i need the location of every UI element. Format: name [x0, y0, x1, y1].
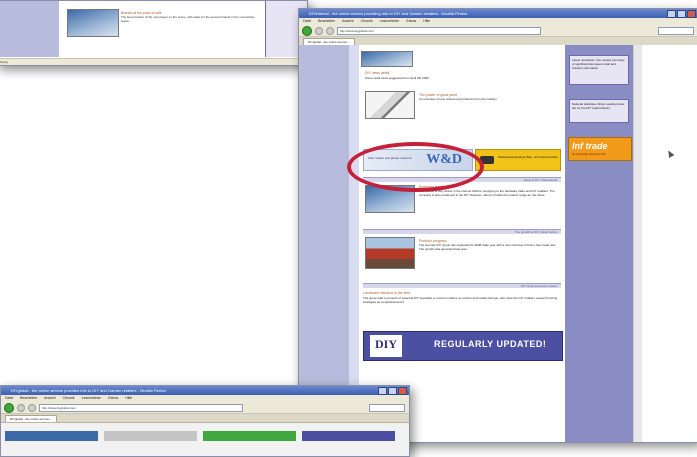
menu-edit[interactable]: Bearbeiten [20, 395, 37, 402]
maximize-button[interactable] [677, 10, 686, 18]
center-column: DIY news detail Some retail news suggest… [359, 45, 565, 442]
tab-active[interactable]: DIYglobal - the online service... [5, 415, 57, 422]
window-title: DIYglobal - the online service provides … [11, 388, 166, 393]
thumbnail[interactable] [203, 431, 296, 441]
back-button[interactable] [302, 25, 312, 36]
diy-banner[interactable]: DIY REGULARLY UPDATED! [363, 331, 563, 361]
thumbnail-strip [5, 431, 395, 441]
newsletter-box[interactable]: Latest newsletter: Our weekly summary of… [569, 55, 629, 85]
menu-bar: Datei Bearbeiten Ansicht Chronik Lesezei… [299, 18, 697, 25]
article-text: Some retail news suggested from April 6t… [365, 76, 429, 80]
left-nav-column [299, 45, 349, 442]
highlight-oval [347, 142, 484, 192]
article-text: The best practice of the new player on t… [121, 15, 255, 23]
back-button[interactable] [4, 402, 14, 413]
forward-button[interactable] [17, 403, 25, 412]
forward-button[interactable] [315, 26, 323, 35]
menu-bookmarks[interactable]: Lesezeichen [380, 18, 400, 25]
article-text: An overview of new colours and products … [419, 97, 497, 101]
reload-button[interactable] [28, 403, 36, 412]
menu-tools[interactable]: Extras [406, 18, 416, 25]
diy-banner-text: REGULARLY UPDATED! [434, 339, 547, 349]
search-input[interactable] [658, 26, 694, 35]
tab-bar: DIYglobal - the online service... [1, 414, 409, 423]
title-bar: DIYinternal - the online service providi… [299, 9, 697, 18]
close-button[interactable] [398, 387, 407, 395]
infotrade-banner[interactable]: Inf trade the knowledge network for DIY [568, 137, 632, 161]
background-window-bottom: DIYglobal - the online service provides … [0, 385, 410, 457]
title-bar: DIYglobal - the online service provides … [1, 386, 409, 395]
close-button[interactable] [687, 10, 696, 18]
article-paint: The power of good paint An overview of n… [419, 93, 561, 101]
address-bar[interactable]: http://www.diyglobal.com/ [337, 26, 541, 35]
menu-bookmarks[interactable]: Lesezeichen [82, 395, 102, 402]
nav-toolbar: http://www.diyglobal.com/ [299, 25, 697, 37]
article-text: The group start to present of potential … [363, 296, 558, 304]
article-research: Landmark research in the field The group… [363, 291, 561, 304]
article-image [67, 9, 119, 37]
minimize-button[interactable] [667, 10, 676, 18]
menu-file[interactable]: Datei [5, 395, 13, 402]
minimize-button[interactable] [378, 387, 387, 395]
article-image-top [361, 51, 413, 67]
browser-window-main: DIYinternal - the online service providi… [298, 8, 697, 443]
window-title: DIYinternal - the online service providi… [309, 11, 468, 16]
article-text: The German DIY group has expanded its 20… [419, 243, 557, 251]
trade-fair-box[interactable]: National Hardware Show Leading trade fai… [569, 99, 629, 123]
menu-edit[interactable]: Bearbeiten [318, 18, 335, 25]
yellow-banner-text: Wettbewerbsanalyse Bau- und Gartenmärkte [498, 155, 558, 159]
menu-tools[interactable]: Extras [108, 395, 118, 402]
menu-history[interactable]: Chronik [361, 18, 373, 25]
left-nav-column [0, 1, 59, 57]
status-text: Fertig [0, 60, 8, 64]
nav-toolbar: http://www.diyglobal.com/ [1, 402, 409, 414]
menu-bar: Datei Bearbeiten Ansicht Chronik Lesezei… [1, 395, 409, 402]
diy-logo: DIY [370, 335, 402, 357]
section-header: The growth at DIY (retail) topics [363, 229, 561, 234]
thumbnail[interactable] [302, 431, 395, 441]
background-window-top: Brands at the point of sale The best pra… [0, 0, 308, 66]
menu-file[interactable]: Datei [303, 18, 311, 25]
page-content: DIY news detail Some retail news suggest… [299, 45, 697, 442]
article-image-portfolio [365, 237, 415, 269]
menu-help[interactable]: Hilfe [423, 18, 430, 25]
menu-view[interactable]: Ansicht [342, 18, 353, 25]
thumbnail[interactable] [104, 431, 197, 441]
left-nav-strip [349, 45, 359, 442]
article-news: DIY news detail Some retail news suggest… [365, 71, 563, 80]
article-title[interactable]: DIY news detail [365, 71, 563, 75]
menu-history[interactable]: Chronik [63, 395, 75, 402]
status-bar: Fertig [0, 58, 307, 65]
yellow-banner[interactable]: Wettbewerbsanalyse Bau- und Gartenmärkte [475, 149, 561, 171]
article-image-paint [365, 91, 415, 119]
content-column: Brands at the point of sale The best pra… [59, 1, 265, 57]
thumbnail[interactable] [5, 431, 98, 441]
address-bar[interactable]: http://www.diyglobal.com/ [39, 403, 243, 412]
tab-active[interactable]: DIYglobal - the online service... [303, 38, 355, 45]
infotrade-subtitle: the knowledge network for DIY [572, 153, 607, 156]
scrollbar[interactable] [633, 45, 642, 442]
menu-help[interactable]: Hilfe [125, 395, 132, 402]
maximize-button[interactable] [388, 387, 397, 395]
infotrade-logo: Inf trade [572, 141, 608, 151]
section-header: DIY retail (customer) topics [363, 283, 561, 288]
article-portfolio: Portfolio progress The German DIY group … [419, 239, 561, 251]
reload-button[interactable] [326, 26, 334, 35]
article-title[interactable]: Landmark research in the field [363, 291, 561, 295]
search-input[interactable] [369, 403, 405, 412]
menu-view[interactable]: Ansicht [44, 395, 55, 402]
